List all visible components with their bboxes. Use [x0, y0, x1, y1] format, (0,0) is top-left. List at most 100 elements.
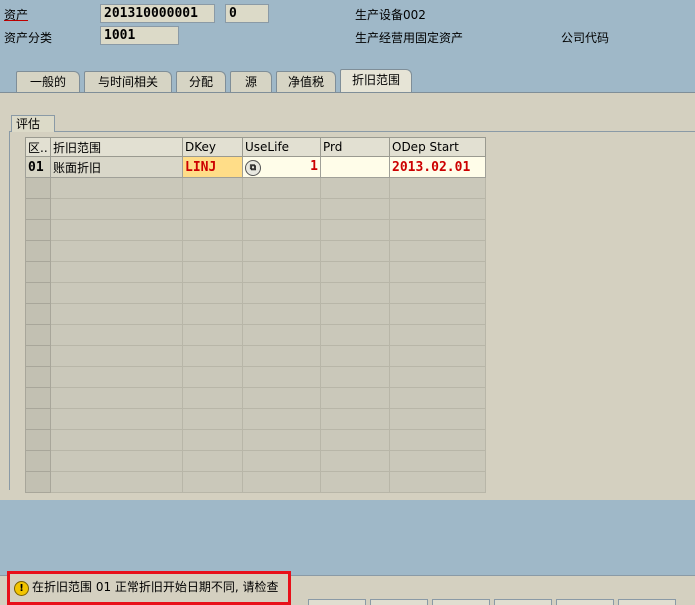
empty-cell — [389, 450, 486, 472]
tab-general[interactable]: 一般的 — [16, 71, 80, 92]
empty-cell — [242, 345, 321, 367]
asset-class-field[interactable]: 1001 — [100, 26, 179, 45]
empty-cell — [320, 429, 390, 451]
empty-cell — [242, 282, 321, 304]
empty-cell — [242, 303, 321, 325]
prd-input[interactable] — [320, 156, 390, 178]
tab-origin[interactable]: 源 — [230, 71, 272, 92]
column-header-dkey[interactable]: DKey — [182, 137, 243, 157]
empty-cell — [242, 261, 321, 283]
column-header-area-name[interactable]: 折旧范围 — [50, 137, 183, 157]
empty-cell — [25, 282, 51, 304]
tab-net-worth-tax[interactable]: 净值税 — [276, 71, 336, 92]
empty-cell — [25, 219, 51, 241]
table-row — [25, 219, 486, 241]
uselife-value: 1 — [310, 158, 318, 174]
empty-cell — [182, 240, 243, 262]
empty-cell — [50, 450, 183, 472]
company-code-label: 公司代码 — [561, 31, 610, 45]
empty-cell — [50, 303, 183, 325]
valuation-group-title: 评估 — [11, 115, 55, 132]
empty-cell — [389, 240, 486, 262]
empty-cell — [242, 450, 321, 472]
table-row — [25, 324, 486, 346]
depreciation-areas-table: 区.. 折旧范围 DKey UseLife Prd ODep Start 01 … — [25, 137, 486, 493]
table-row — [25, 408, 486, 430]
empty-cell — [25, 261, 51, 283]
table-row — [25, 387, 486, 409]
empty-cell — [389, 471, 486, 493]
asset-class-description: 生产经营用固定资产 — [355, 31, 464, 45]
empty-cell — [182, 219, 243, 241]
warning-icon: ! — [14, 581, 29, 596]
odep-start-input[interactable]: 2013.02.01 — [389, 156, 486, 178]
empty-cell — [242, 177, 321, 199]
empty-cell — [182, 450, 243, 472]
asset-label: 资产 — [4, 8, 29, 22]
empty-cell — [389, 219, 486, 241]
table-row — [25, 198, 486, 220]
column-header-uselife[interactable]: UseLife — [242, 137, 321, 157]
empty-cell — [182, 324, 243, 346]
empty-cell — [242, 240, 321, 262]
status-button-1[interactable] — [308, 599, 366, 605]
status-button-4[interactable] — [494, 599, 552, 605]
empty-cell — [50, 261, 183, 283]
empty-cell — [25, 450, 51, 472]
tab-allocations[interactable]: 分配 — [176, 71, 226, 92]
empty-cell — [242, 387, 321, 409]
status-button-2[interactable] — [370, 599, 428, 605]
empty-cell — [389, 324, 486, 346]
tab-time-dependent[interactable]: 与时间相关 — [84, 71, 172, 92]
empty-cell — [50, 345, 183, 367]
empty-cell — [182, 198, 243, 220]
status-button-5[interactable] — [556, 599, 614, 605]
empty-cell — [50, 282, 183, 304]
asset-class-label: 资产分类 — [4, 31, 53, 45]
empty-cell — [50, 198, 183, 220]
empty-cell — [320, 303, 390, 325]
status-message-text: 在折旧范围 01 正常折旧开始日期不同, 请检查 — [32, 580, 279, 594]
empty-cell — [320, 387, 390, 409]
empty-cell — [25, 177, 51, 199]
empty-cell — [389, 366, 486, 388]
dkey-input[interactable]: LINJ — [182, 156, 243, 178]
empty-cell — [25, 324, 51, 346]
empty-cell — [320, 177, 390, 199]
table-row — [25, 366, 486, 388]
empty-cell — [182, 177, 243, 199]
empty-cell — [320, 198, 390, 220]
empty-cell — [242, 198, 321, 220]
empty-cell — [389, 345, 486, 367]
empty-cell — [182, 261, 243, 283]
table-row[interactable]: 01 账面折旧 LINJ ⧉ 1 2013.02.01 — [25, 156, 486, 178]
value-help-icon[interactable]: ⧉ — [245, 159, 261, 176]
column-header-prd[interactable]: Prd — [320, 137, 390, 157]
empty-cell — [182, 387, 243, 409]
empty-cell — [25, 366, 51, 388]
empty-cell — [50, 219, 183, 241]
status-button-3[interactable] — [432, 599, 490, 605]
empty-cell — [50, 177, 183, 199]
asset-subnumber-field[interactable]: 0 — [225, 4, 269, 23]
empty-cell — [320, 324, 390, 346]
area-name-cell: 账面折旧 — [50, 156, 183, 178]
empty-cell — [182, 303, 243, 325]
empty-cell — [182, 471, 243, 493]
empty-cell — [182, 366, 243, 388]
empty-cell — [25, 345, 51, 367]
empty-cell — [389, 198, 486, 220]
column-header-area[interactable]: 区.. — [25, 137, 51, 157]
column-header-odep-start[interactable]: ODep Start — [389, 137, 486, 157]
empty-cell — [320, 471, 390, 493]
uselife-input[interactable]: ⧉ 1 — [242, 156, 321, 178]
status-button-6[interactable] — [618, 599, 676, 605]
tab-depreciation-areas[interactable]: 折旧范围 — [340, 69, 412, 93]
empty-cell — [50, 387, 183, 409]
empty-cell — [320, 408, 390, 430]
empty-cell — [320, 345, 390, 367]
asset-number-field[interactable]: 201310000001 — [100, 4, 215, 23]
empty-cell — [320, 261, 390, 283]
empty-cell — [50, 429, 183, 451]
status-message[interactable]: ! 在折旧范围 01 正常折旧开始日期不同, 请检查 — [7, 571, 291, 605]
